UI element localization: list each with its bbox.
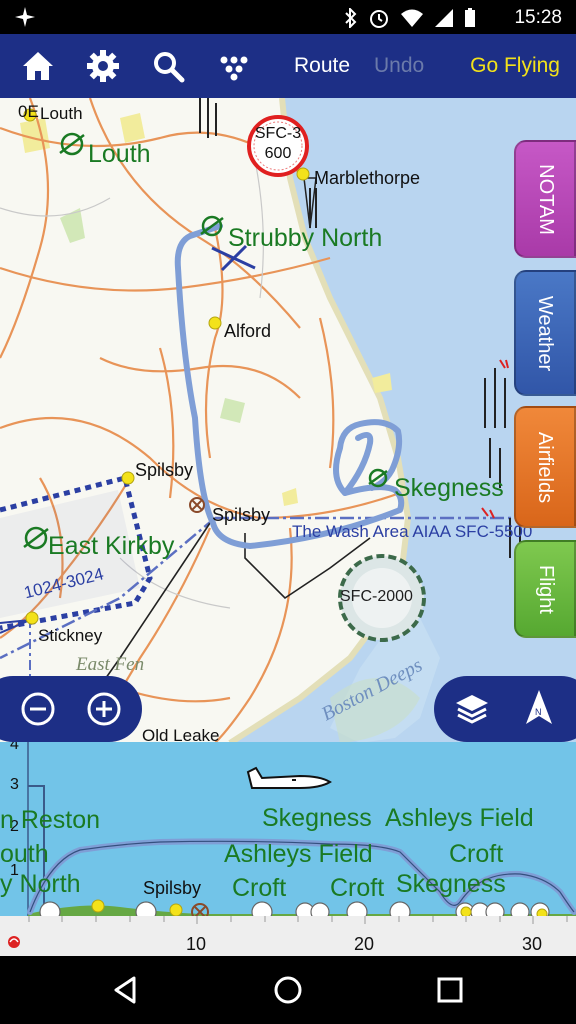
battery-icon	[465, 8, 475, 27]
gear-icon[interactable]	[85, 48, 121, 84]
more-icon[interactable]	[216, 48, 252, 84]
zoom-controls	[0, 676, 142, 742]
go-flying-button[interactable]: Go Flying	[470, 54, 560, 78]
bluetooth-icon	[345, 8, 357, 28]
spilsby-airfield-label[interactable]: Spilsby	[212, 505, 270, 526]
status-bar: 15:28	[0, 0, 576, 34]
east-fen-label: East Fen	[76, 654, 145, 675]
profile-label-croft-mid: Croft	[330, 874, 385, 902]
notam-tab-label: NOTAM	[534, 163, 557, 235]
zoom-in-icon[interactable]	[86, 691, 122, 727]
android-nav-bar	[0, 956, 576, 1024]
sfc-circle-line1: SFC-3	[254, 125, 302, 142]
old-leake-label: Old Leake	[142, 726, 220, 743]
x-axis-ticks	[8, 916, 568, 948]
aircraft-icon	[246, 766, 332, 789]
alarm-icon	[370, 10, 388, 28]
top-toolbar: Route Undo Go Flying	[0, 34, 576, 98]
profile-label-ashleys-top: Ashleys Field	[385, 804, 534, 832]
north-arrow-icon[interactable]: N	[524, 688, 554, 728]
profile-label-skegness-bottom: Skegness	[396, 870, 506, 898]
zoom-out-icon[interactable]	[20, 691, 56, 727]
profile-label-skegness-top: Skegness	[262, 804, 372, 832]
svg-text:N: N	[535, 707, 542, 717]
route-button[interactable]: Route	[294, 54, 350, 78]
airfields-tab-label: Airfields	[534, 431, 557, 503]
sfc-2000-label: SFC-2000	[340, 588, 413, 605]
louth-town-label: Louth	[40, 104, 83, 123]
weather-tab-label: Weather	[534, 295, 557, 371]
profile-label-ashleys-mid: Ashleys Field	[224, 840, 373, 868]
sfc-3600-label: SFC-3 600	[251, 124, 305, 164]
back-icon[interactable]	[110, 974, 142, 1006]
east-kirkby-label[interactable]: East Kirkby	[48, 532, 174, 561]
x-tick-10: 10	[186, 934, 207, 954]
profile-label-reston: n Reston	[0, 806, 101, 834]
notam-tab[interactable]: NOTAM	[514, 140, 576, 258]
map-view[interactable]: 0E Louth Louth SFC-3 600 Marblethorpe St…	[0, 98, 576, 743]
undo-button[interactable]: Undo	[374, 54, 424, 78]
status-time: 15:28	[514, 7, 562, 28]
app-notification-icon	[15, 7, 35, 27]
stickney-label: Stickney	[38, 626, 103, 645]
flight-tab-label: Flight	[534, 564, 557, 614]
airfields-tab[interactable]: Airfields	[514, 406, 576, 528]
x-tick-30: 30	[522, 934, 543, 954]
profile-x-axis	[0, 916, 576, 956]
louth-airfield-label[interactable]: Louth	[88, 140, 151, 169]
profile-label-louth: outh	[0, 840, 49, 868]
wifi-icon	[401, 9, 423, 27]
home-icon[interactable]	[20, 48, 56, 84]
strubby-north-label[interactable]: Strubby North	[228, 224, 382, 253]
map-corner-label: 0E	[18, 102, 39, 121]
y-tick-3: 3	[10, 776, 19, 793]
layer-controls: N	[434, 676, 576, 742]
alford-label: Alford	[224, 321, 272, 341]
search-icon[interactable]	[150, 48, 186, 84]
profile-label-spilsby: Spilsby	[143, 878, 202, 898]
profile-label-strubby: y North	[0, 870, 81, 898]
x-tick-20: 20	[354, 934, 375, 954]
layers-icon[interactable]	[454, 691, 490, 727]
spilsby-town-label: Spilsby	[135, 460, 194, 480]
recents-icon[interactable]	[434, 974, 466, 1006]
flight-tab[interactable]: Flight	[514, 540, 576, 638]
home-circle-icon[interactable]	[272, 974, 304, 1006]
signal-icon	[435, 9, 453, 27]
y-tick-4: 4	[10, 742, 19, 753]
weather-tab[interactable]: Weather	[514, 270, 576, 396]
wash-area-label: The Wash Area AIAA SFC-5500	[292, 522, 533, 541]
marblethorpe-label: Marblethorpe	[314, 168, 421, 188]
profile-label-croft-right: Croft	[449, 840, 504, 868]
sfc-circle-line2: 600	[264, 145, 292, 162]
map-canvas	[0, 98, 576, 743]
profile-label-croft-left: Croft	[232, 874, 287, 902]
skegness-label[interactable]: Skegness	[394, 474, 504, 503]
